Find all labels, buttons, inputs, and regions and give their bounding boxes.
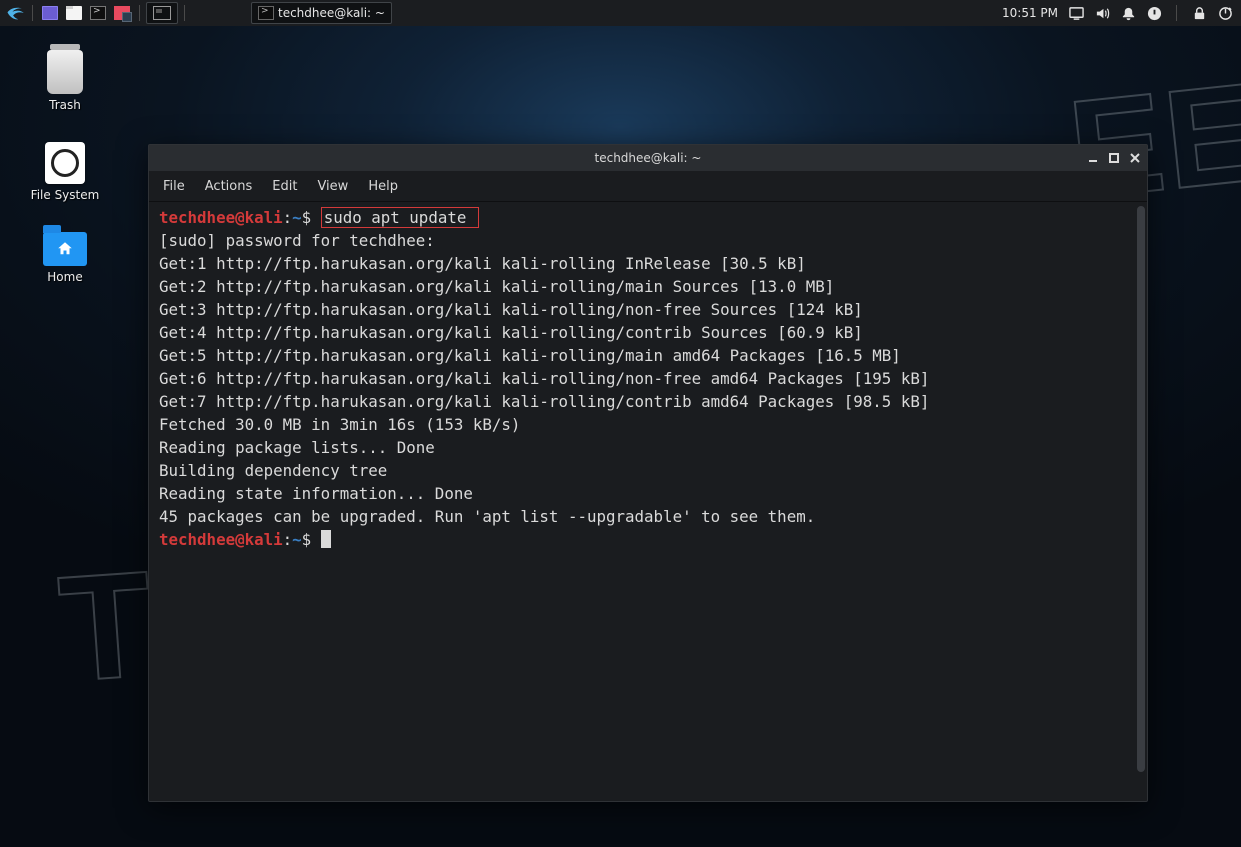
workspace-switcher[interactable]	[146, 2, 178, 24]
menubar: File Actions Edit View Help	[149, 172, 1147, 202]
lock-icon[interactable]	[1191, 5, 1207, 21]
disk-icon	[45, 142, 85, 184]
filesystem-label: File System	[31, 188, 100, 202]
trash-icon[interactable]: Trash	[30, 50, 100, 112]
notifications-icon[interactable]	[1120, 5, 1136, 21]
kali-menu-button[interactable]	[4, 2, 26, 24]
scrollbar[interactable]	[1137, 206, 1145, 772]
folder-icon	[43, 232, 87, 266]
logout-icon[interactable]	[1217, 5, 1233, 21]
titlebar[interactable]: techdhee@kali: ~	[149, 145, 1147, 172]
terminal-body[interactable]: techdhee@kali:~$ sudo apt update [sudo] …	[149, 202, 1147, 801]
separator	[32, 5, 33, 21]
kali-tools-launcher[interactable]	[111, 2, 133, 24]
home-icon[interactable]: Home	[30, 232, 100, 284]
top-panel: techdhee@kali: ~ 10:51 PM	[0, 0, 1241, 26]
menu-help[interactable]: Help	[368, 179, 398, 194]
menu-view[interactable]: View	[317, 179, 348, 194]
home-label: Home	[47, 270, 82, 284]
power-icon[interactable]	[1146, 5, 1162, 21]
menu-actions[interactable]: Actions	[205, 179, 253, 194]
clock[interactable]: 10:51 PM	[1002, 6, 1058, 20]
close-button[interactable]	[1129, 152, 1141, 164]
panel-right: 10:51 PM	[1002, 5, 1237, 21]
minimize-button[interactable]	[1087, 152, 1099, 164]
separator	[1176, 5, 1177, 21]
separator	[184, 5, 185, 21]
menu-edit[interactable]: Edit	[272, 179, 297, 194]
menu-file[interactable]: File	[163, 179, 185, 194]
taskbar-terminal[interactable]: techdhee@kali: ~	[251, 2, 392, 24]
files-launcher[interactable]	[63, 2, 85, 24]
terminal-launcher[interactable]	[87, 2, 109, 24]
watermark: T	[54, 537, 159, 716]
taskbar-title: techdhee@kali: ~	[278, 6, 385, 20]
trash-label: Trash	[49, 98, 81, 112]
filesystem-icon[interactable]: File System	[30, 142, 100, 202]
panel-left: techdhee@kali: ~	[4, 2, 392, 24]
terminal-window: techdhee@kali: ~ File Actions Edit View …	[148, 144, 1148, 802]
maximize-button[interactable]	[1108, 152, 1120, 164]
separator	[139, 5, 140, 21]
window-title: techdhee@kali: ~	[595, 151, 702, 165]
trash-can-icon	[47, 50, 83, 94]
volume-icon[interactable]	[1094, 5, 1110, 21]
terminal-icon	[258, 6, 274, 20]
desktop-icons: Trash File System Home	[30, 50, 100, 284]
app-launcher-1[interactable]	[39, 2, 61, 24]
display-icon[interactable]	[1068, 5, 1084, 21]
